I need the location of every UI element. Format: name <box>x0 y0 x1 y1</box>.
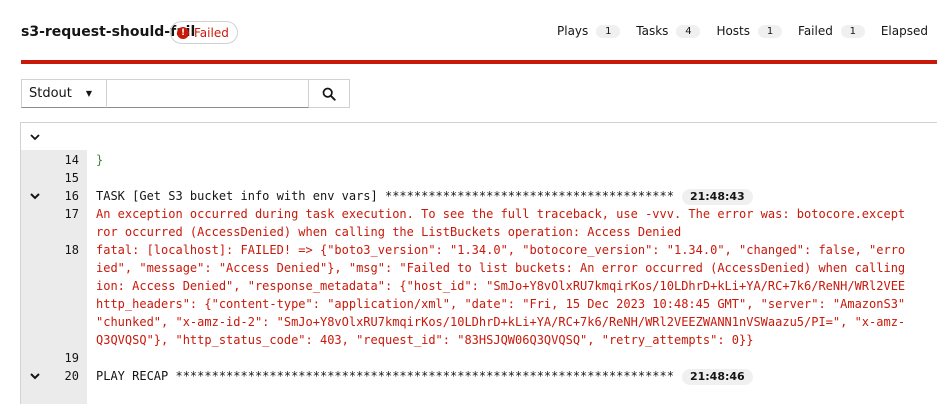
output-line: 16 TASK [Get S3 bucket info with env vars… <box>21 187 937 205</box>
output-line: ror occurred (AccessDenied) when calling… <box>21 223 937 241</box>
status-badge: ! Failed <box>170 21 238 44</box>
line-content: ion: Access Denied", "response_metadata"… <box>96 279 906 293</box>
output-line: 20 PLAY RECAP ***************************… <box>21 367 937 385</box>
output-line: 14} <box>21 151 937 169</box>
job-output: 14} 15 16 TASK [Get S3 bucket info with env… <box>20 150 937 404</box>
line-text: ror occurred (AccessDenied) when calling… <box>96 223 681 241</box>
output-line: 19 <box>21 349 937 367</box>
line-text: ied", "message": "Access Denied"}, "msg"… <box>96 259 905 277</box>
stat-failed: Failed 1 <box>798 24 865 38</box>
line-number: 15 <box>64 171 79 185</box>
line-content: ror occurred (AccessDenied) when calling… <box>96 225 682 239</box>
output-type-select[interactable]: Stdout ▼ <box>21 79 107 108</box>
stat-label: Tasks <box>636 24 669 38</box>
exclamation-circle-icon: ! <box>177 26 189 39</box>
output-line: ied", "message": "Access Denied"}, "msg"… <box>21 259 937 277</box>
line-content: An exception occurred during task execut… <box>96 207 906 221</box>
stat-label: Elapsed <box>880 24 928 38</box>
collapse-all-button[interactable] <box>29 130 41 148</box>
output-type-value: Stdout <box>29 86 72 101</box>
caret-down-icon: ▼ <box>85 89 93 98</box>
failed-progress-bar <box>21 60 937 64</box>
output-toolbar: Stdout ▼ <box>21 79 350 109</box>
line-content: "chunked", "x-amz-id-2": "SmJo+Y8vOlxRU7… <box>96 315 906 329</box>
line-number: 20 <box>64 369 79 383</box>
output-line: http_headers": {"content-type": "applica… <box>21 295 937 313</box>
line-text: TASK [Get S3 bucket info with env vars] … <box>96 187 753 205</box>
output-line: 18 fatal: [localhost]: FAILED! => {"boto3… <box>21 241 937 259</box>
line-text: "chunked", "x-amz-id-2": "SmJo+Y8vOlxRU7… <box>96 313 905 331</box>
line-text: PLAY RECAP *****************************… <box>96 367 753 385</box>
stat-elapsed: Elapsed <box>881 24 936 38</box>
output-line: 15 <box>21 169 937 187</box>
line-content: ied", "message": "Access Denied"}, "msg"… <box>96 261 906 275</box>
status-label: Failed <box>194 25 229 40</box>
line-content: http_headers": {"content-type": "applica… <box>96 297 906 311</box>
line-content: } <box>96 153 104 167</box>
output-line: "chunked", "x-amz-id-2": "SmJo+Y8vOlxRU7… <box>21 313 937 331</box>
line-text: fatal: [localhost]: FAILED! => {"boto3_v… <box>96 241 905 259</box>
output-line: ion: Access Denied", "response_metadata"… <box>21 277 937 295</box>
stat-count: 4 <box>676 24 701 38</box>
line-content: Q3QVQSQ"}, "http_status_code": 403, "req… <box>96 333 754 347</box>
expand-collapse-bar <box>20 122 937 150</box>
chevron-down-icon <box>30 134 40 141</box>
line-number: 19 <box>64 351 79 365</box>
timestamp-badge: 21:48:43 <box>681 189 753 205</box>
stat-count: 1 <box>840 24 865 38</box>
line-content: TASK [Get S3 bucket info with env vars] … <box>96 189 674 203</box>
stat-count: 1 <box>758 24 783 38</box>
line-number: 14 <box>64 153 79 167</box>
stat-label: Plays <box>557 24 589 38</box>
search-button[interactable] <box>309 79 350 108</box>
line-text: http_headers": {"content-type": "applica… <box>96 295 905 313</box>
line-content: fatal: [localhost]: FAILED! => {"boto3_v… <box>96 243 906 257</box>
line-text: An exception occurred during task execut… <box>96 205 905 223</box>
line-content: PLAY RECAP *****************************… <box>96 369 674 383</box>
line-number: 17 <box>64 207 79 221</box>
job-stats: Plays 1 Tasks 4 Hosts 1 Failed 1 Elapsed <box>557 24 937 38</box>
timestamp-badge: 21:48:46 <box>681 369 753 385</box>
stat-label: Failed <box>798 24 833 38</box>
line-text: } <box>96 151 103 169</box>
line-number: 18 <box>64 243 79 257</box>
line-text: Q3QVQSQ"}, "http_status_code": 403, "req… <box>96 331 753 349</box>
output-line: Q3QVQSQ"}, "http_status_code": 403, "req… <box>21 331 937 349</box>
stat-count: 1 <box>596 24 621 38</box>
stat-tasks: Tasks 4 <box>636 24 701 38</box>
stat-plays: Plays 1 <box>557 24 621 38</box>
search-icon <box>322 87 336 101</box>
line-text: ion: Access Denied", "response_metadata"… <box>96 277 905 295</box>
stat-label: Hosts <box>716 24 751 38</box>
job-header: s3-request-should-fail ! Failed Plays 1 … <box>0 0 937 62</box>
search-input[interactable] <box>107 79 309 108</box>
output-line: 17 An exception occurred during task exec… <box>21 205 937 223</box>
line-number: 16 <box>64 189 79 203</box>
stat-hosts: Hosts 1 <box>716 24 783 38</box>
